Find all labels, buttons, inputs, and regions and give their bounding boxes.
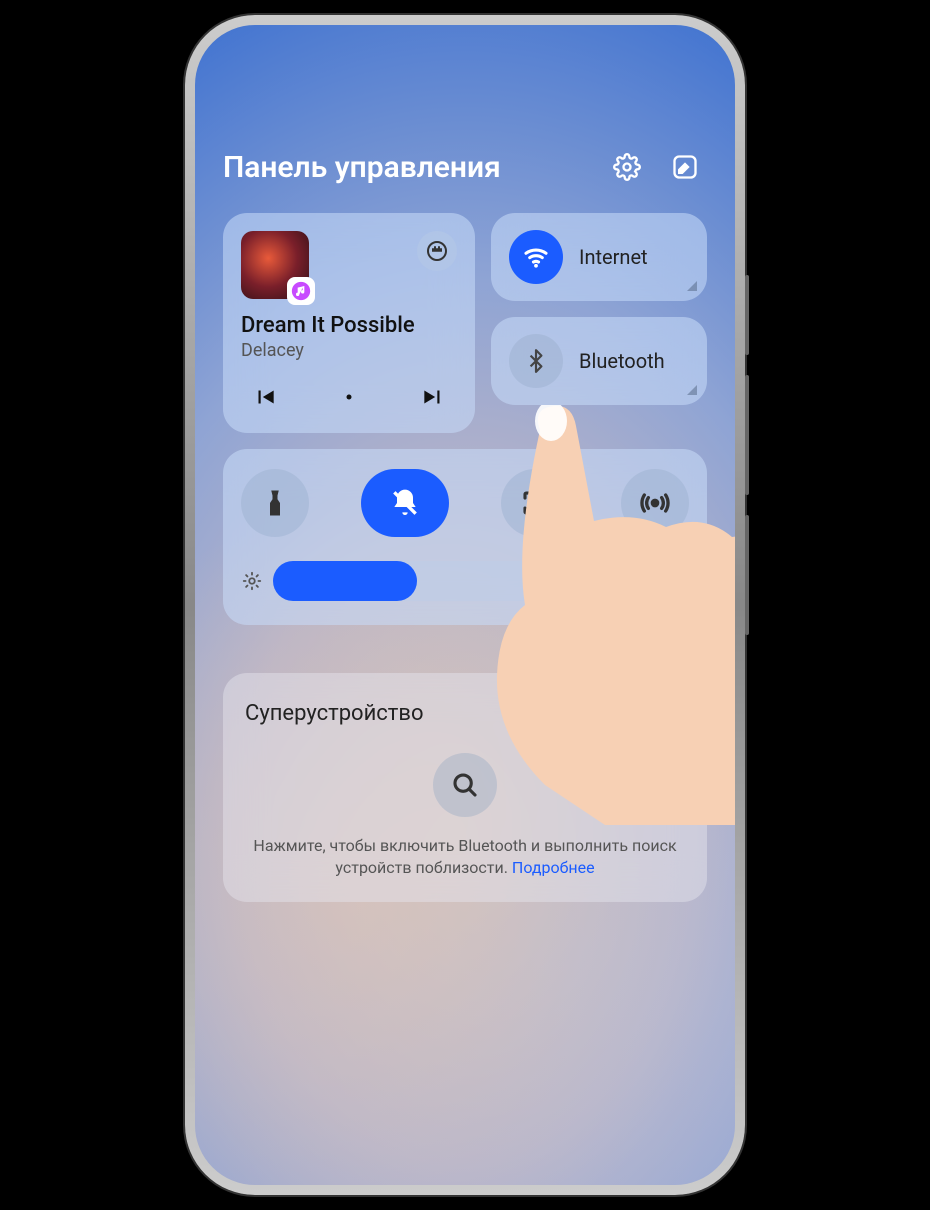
audio-output-button[interactable] (417, 231, 457, 271)
brightness-slider[interactable] (273, 561, 653, 601)
music-app-badge (287, 277, 315, 305)
super-device-card: Суперустройство Нажмите, чтобы включить … (223, 673, 707, 902)
song-artist: Delacey (241, 340, 457, 361)
nearby-toggle[interactable] (621, 469, 689, 537)
bluetooth-toggle[interactable]: Bluetooth (491, 317, 707, 405)
skip-previous-icon (252, 384, 278, 410)
screenshot-icon (520, 488, 550, 518)
quick-settings-panel (223, 449, 707, 625)
hint-text: Нажмите, чтобы включить Bluetooth и выпо… (253, 836, 676, 877)
super-device-hint: Нажмите, чтобы включить Bluetooth и выпо… (245, 835, 685, 880)
mute-bell-icon (389, 487, 421, 519)
brightness-fill (273, 561, 417, 601)
screen: Панель управления (195, 25, 735, 1185)
close-icon (655, 701, 679, 725)
internet-toggle[interactable]: Internet (491, 213, 707, 301)
next-track-button[interactable] (415, 379, 451, 415)
album-art (241, 231, 309, 299)
wifi-icon (509, 230, 563, 284)
close-button[interactable] (649, 695, 685, 731)
flashlight-toggle[interactable] (241, 469, 309, 537)
screenshot-toggle[interactable] (501, 469, 569, 537)
brightness-slider-row (241, 561, 689, 601)
mute-toggle[interactable] (361, 469, 449, 537)
phone-frame: Панель управления (185, 15, 745, 1195)
side-button (745, 515, 749, 635)
side-button (745, 275, 749, 355)
flashlight-icon (260, 488, 290, 518)
brightness-high-icon (663, 568, 689, 594)
search-devices-button[interactable] (433, 753, 497, 817)
play-icon (344, 392, 354, 402)
side-button (745, 375, 749, 495)
song-title: Dream It Possible (241, 313, 457, 338)
bluetooth-icon (509, 334, 563, 388)
bluetooth-label: Bluetooth (579, 349, 689, 373)
music-note-icon (291, 281, 311, 301)
skip-next-icon (420, 384, 446, 410)
super-device-title: Суперустройство (245, 701, 649, 726)
broadcast-icon (639, 487, 671, 519)
brightness-low-icon (241, 570, 263, 592)
learn-more-link[interactable]: Подробнее (512, 858, 595, 877)
panel-header: Панель управления (223, 145, 707, 189)
cast-audio-icon (425, 239, 449, 263)
search-icon (450, 770, 480, 800)
edit-button[interactable] (663, 145, 707, 189)
expand-indicator-icon (687, 385, 697, 395)
edit-icon (671, 153, 699, 181)
music-card[interactable]: Dream It Possible Delacey (223, 213, 475, 433)
previous-track-button[interactable] (247, 379, 283, 415)
settings-button[interactable] (605, 145, 649, 189)
internet-label: Internet (579, 245, 689, 269)
panel-title: Панель управления (223, 150, 591, 185)
gear-icon (613, 153, 641, 181)
expand-indicator-icon (687, 281, 697, 291)
play-button[interactable] (331, 379, 367, 415)
